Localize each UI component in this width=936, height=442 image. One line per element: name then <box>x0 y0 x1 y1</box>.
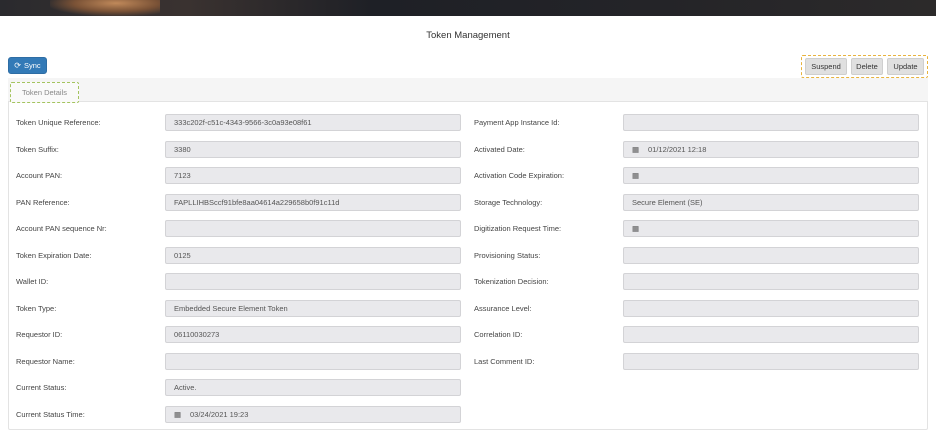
tab-bar <box>8 78 928 102</box>
storage-technology-label: Storage Technology: <box>474 197 543 207</box>
token-type-value: Embedded Secure Element Token <box>174 303 288 313</box>
account-pan-value: 7123 <box>174 171 191 180</box>
account-pan-field[interactable]: 7123 <box>165 167 461 184</box>
last-comment-id-label: Last Comment ID: <box>474 356 535 366</box>
current-status-value: Active. <box>174 383 197 392</box>
wallet-id-label: Wallet ID: <box>16 277 49 286</box>
digitization-request-time-field[interactable]: ▦ <box>623 220 919 237</box>
sync-button[interactable]: ⟳ Sync <box>8 57 47 74</box>
token-unique-reference-field[interactable]: 333c202f-c51c-4343-9566-3c0a93e08f61 <box>165 114 461 131</box>
requestor-id-label: Requestor ID: <box>16 330 63 339</box>
current-status-time-label: Current Status Time: <box>16 409 85 419</box>
provisioning-status-label: Provisioning Status: <box>474 250 541 260</box>
payment-app-instance-id-label: Payment App Instance Id: <box>474 118 560 127</box>
token-expiration-date-value: 0125 <box>174 250 191 260</box>
correlation-id-field[interactable] <box>623 326 919 343</box>
current-status-time-field[interactable]: ▦ 03/24/2021 19:23 <box>165 405 461 423</box>
token-type-label: Token Type: <box>16 303 57 313</box>
delete-button[interactable]: Delete <box>851 58 883 75</box>
token-suffix-field[interactable]: 3380 <box>165 140 461 158</box>
activation-code-expiration-label: Activation Code Expiration: <box>474 171 565 180</box>
banner-image <box>50 0 160 16</box>
tab-token-details[interactable]: Token Details <box>10 82 79 103</box>
refresh-icon: ⟳ <box>14 60 21 70</box>
sync-button-label: Sync <box>24 61 41 70</box>
requestor-id-field[interactable]: 06110030273 <box>165 326 461 343</box>
requestor-name-label: Requestor Name: <box>16 356 75 366</box>
account-pan-sequence-nr-field[interactable] <box>165 220 461 237</box>
pan-reference-label: PAN Reference: <box>16 197 70 207</box>
token-suffix-label: Token Suffix: <box>16 144 59 154</box>
pan-reference-field[interactable]: FAPLLIHBSccf91bfe8aa04614a229658b0f91c11… <box>165 193 461 211</box>
requestor-name-field[interactable] <box>165 352 461 370</box>
suspend-button[interactable]: Suspend <box>805 58 847 75</box>
provisioning-status-field[interactable] <box>623 246 919 264</box>
token-suffix-value: 3380 <box>174 144 191 154</box>
wallet-id-field[interactable] <box>165 273 461 290</box>
last-comment-id-field[interactable] <box>623 352 919 370</box>
token-expiration-date-field[interactable]: 0125 <box>165 246 461 264</box>
calendar-icon: ▦ <box>632 144 640 154</box>
header-banner <box>0 0 936 16</box>
token-unique-reference-label: Token Unique Reference: <box>16 118 101 127</box>
assurance-level-field[interactable] <box>623 299 919 317</box>
update-button[interactable]: Update <box>887 58 924 75</box>
account-pan-label: Account PAN: <box>16 171 63 180</box>
payment-app-instance-id-field[interactable] <box>623 114 919 131</box>
activation-code-expiration-field[interactable]: ▦ <box>623 167 919 184</box>
requestor-id-value: 06110030273 <box>174 330 220 339</box>
activated-date-value: 01/12/2021 12:18 <box>648 144 707 154</box>
storage-technology-value: Secure Element (SE) <box>632 197 703 207</box>
current-status-time-value: 03/24/2021 19:23 <box>190 409 249 419</box>
account-pan-sequence-nr-label: Account PAN sequence Nr: <box>16 224 107 233</box>
pan-reference-value: FAPLLIHBSccf91bfe8aa04614a229658b0f91c11… <box>174 197 340 207</box>
calendar-icon: ▦ <box>174 409 182 419</box>
page-title: Token Management <box>426 30 510 41</box>
activated-date-field[interactable]: ▦ 01/12/2021 12:18 <box>623 140 919 158</box>
digitization-request-time-label: Digitization Request Time: <box>474 224 562 233</box>
current-status-label: Current Status: <box>16 383 67 392</box>
assurance-level-label: Assurance Level: <box>474 303 532 313</box>
tokenization-decision-field[interactable] <box>623 273 919 290</box>
token-expiration-date-label: Token Expiration Date: <box>16 250 92 260</box>
tokenization-decision-label: Tokenization Decision: <box>474 277 549 286</box>
token-unique-reference-value: 333c202f-c51c-4343-9566-3c0a93e08f61 <box>174 118 312 127</box>
token-type-field[interactable]: Embedded Secure Element Token <box>165 299 461 317</box>
calendar-icon: ▦ <box>632 171 640 180</box>
current-status-field[interactable]: Active. <box>165 379 461 396</box>
correlation-id-label: Correlation ID: <box>474 330 523 339</box>
storage-technology-field[interactable]: Secure Element (SE) <box>623 193 919 211</box>
activated-date-label: Activated Date: <box>474 144 525 154</box>
calendar-icon: ▦ <box>632 224 640 233</box>
